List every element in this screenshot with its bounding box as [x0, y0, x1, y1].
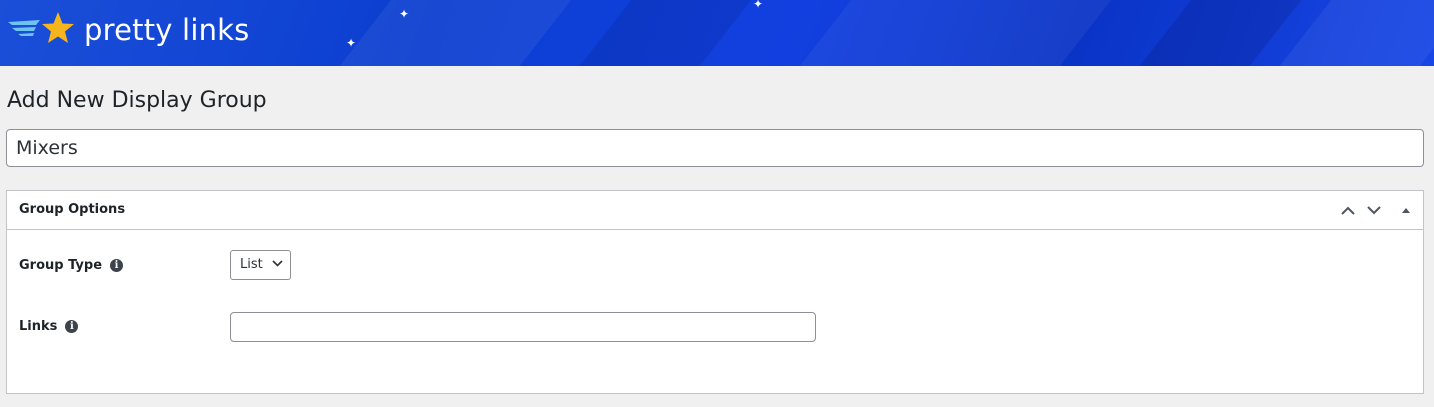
- sparkle-icon: ✦: [399, 7, 410, 21]
- sparkle-icon: ✦: [753, 0, 764, 11]
- brand-name: pretty links: [84, 13, 250, 47]
- triangle-up-icon: [1402, 208, 1410, 213]
- group-options-header: Group Options: [7, 191, 1423, 230]
- info-icon[interactable]: i: [65, 320, 79, 333]
- group-name-input[interactable]: [6, 129, 1424, 167]
- banner-stripe: [537, 0, 783, 66]
- move-down-button[interactable]: [1363, 199, 1385, 221]
- group-options-panel: Group Options Group Type i List Links i: [6, 190, 1424, 394]
- header-banner: pretty links ✦ ✦ ✦: [0, 0, 1434, 66]
- chevron-up-icon: [1341, 206, 1355, 215]
- group-type-label: Group Type: [19, 258, 103, 273]
- banner-stripe: [297, 0, 603, 66]
- move-up-button[interactable]: [1337, 199, 1359, 221]
- sparkle-icon: ✦: [346, 36, 357, 50]
- page-title: Add New Display Group: [7, 88, 267, 113]
- group-type-select[interactable]: List: [230, 250, 291, 280]
- group-options-title: Group Options: [19, 202, 126, 217]
- links-label: Links: [19, 319, 58, 334]
- group-type-label-row: Group Type i: [19, 258, 124, 273]
- chevron-down-icon: [272, 260, 283, 267]
- toggle-panel-button[interactable]: [1395, 199, 1417, 221]
- links-input[interactable]: [230, 312, 816, 342]
- links-label-row: Links i: [19, 319, 79, 334]
- group-type-selected-value: List: [240, 257, 263, 272]
- star-wing-logo-icon: [8, 12, 74, 43]
- banner-stripe: [757, 0, 1143, 66]
- pretty-links-logo: pretty links: [6, 8, 249, 52]
- chevron-down-icon: [1367, 205, 1381, 214]
- info-icon[interactable]: i: [110, 259, 124, 272]
